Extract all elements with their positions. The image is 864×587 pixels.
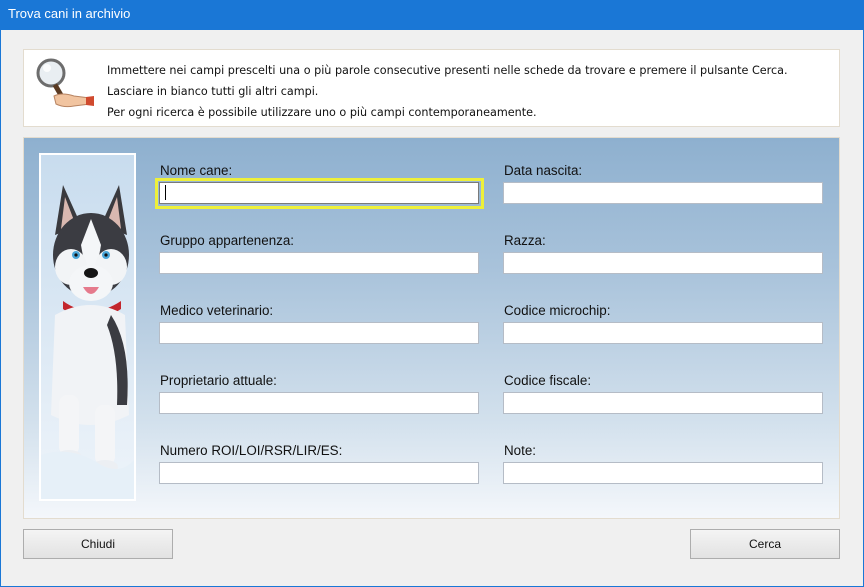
data-nascita-input[interactable]	[503, 182, 823, 204]
label-proprietario: Proprietario attuale:	[160, 373, 277, 388]
razza-input[interactable]	[503, 252, 823, 274]
window-title: Trova cani in archivio	[0, 0, 864, 30]
label-microchip: Codice microchip:	[504, 303, 611, 318]
label-gruppo: Gruppo appartenenza:	[160, 233, 295, 248]
husky-photo	[39, 153, 136, 501]
medico-veterinario-input[interactable]	[159, 322, 479, 344]
codice-microchip-input[interactable]	[503, 322, 823, 344]
text-caret	[165, 185, 166, 200]
label-note: Note:	[504, 443, 537, 458]
numero-roi-input[interactable]	[159, 462, 479, 484]
proprietario-attuale-input[interactable]	[159, 392, 479, 414]
note-input[interactable]	[503, 462, 823, 484]
info-line-3: Per ogni ricerca è possibile utilizzare …	[107, 106, 537, 119]
magnifier-hand-icon	[34, 56, 96, 114]
label-razza: Razza:	[504, 233, 546, 248]
info-line-1: Immettere nei campi prescelti una o più …	[107, 64, 788, 77]
gruppo-appartenenza-input[interactable]	[159, 252, 479, 274]
codice-fiscale-input[interactable]	[503, 392, 823, 414]
label-roi: Numero ROI/LOI/RSR/LIR/ES:	[160, 443, 343, 458]
label-nome-cane: Nome cane:	[160, 163, 233, 178]
info-line-2: Lasciare in bianco tutti gli altri campi…	[107, 85, 319, 98]
nome-cane-input[interactable]	[159, 182, 479, 204]
close-button[interactable]: Chiudi	[23, 529, 173, 559]
label-medico: Medico veterinario:	[160, 303, 274, 318]
search-button[interactable]: Cerca	[690, 529, 840, 559]
label-data-nascita: Data nascita:	[504, 163, 583, 178]
info-text: Immettere nei campi prescelti una o più …	[107, 60, 788, 123]
label-codice-fiscale: Codice fiscale:	[504, 373, 592, 388]
